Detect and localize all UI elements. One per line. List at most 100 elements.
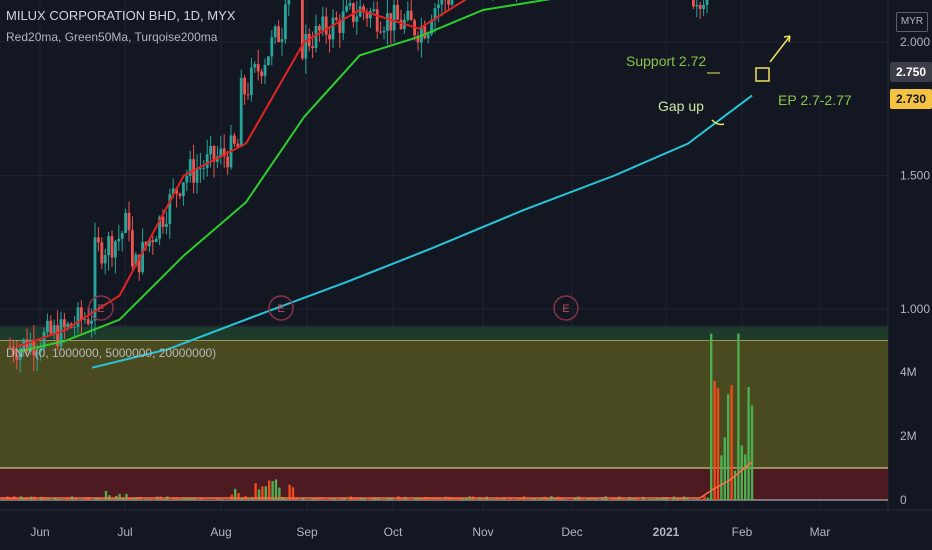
price-chart[interactable]: 1.0001.5002.0002.5003.000 0 2M 4M Jun Jul Au… bbox=[0, 0, 932, 550]
candle-body bbox=[355, 16, 359, 22]
volume-bar bbox=[363, 498, 366, 500]
candle-body bbox=[702, 4, 705, 9]
volume-bar bbox=[713, 380, 716, 500]
candle-body bbox=[243, 77, 246, 95]
candle-body bbox=[372, 9, 376, 12]
volume-bar bbox=[206, 499, 210, 500]
time-tick-label: Mar bbox=[810, 525, 831, 539]
candle-body bbox=[314, 25, 318, 49]
time-tick-label: Jun bbox=[30, 525, 49, 539]
candle-body bbox=[233, 135, 236, 144]
volume-tick-label: 0 bbox=[900, 493, 907, 507]
dnv-indicator-label[interactable]: DNV (0, 1000000, 5000000, 20000000) bbox=[6, 346, 216, 360]
volume-bar bbox=[706, 497, 709, 500]
candle-body bbox=[321, 16, 325, 31]
time-tick-label: 2021 bbox=[653, 525, 680, 539]
volume-tick-label: 2M bbox=[900, 429, 917, 443]
candle-body bbox=[226, 156, 229, 168]
last-price-badge: 2.750 bbox=[890, 62, 932, 82]
volume-bar bbox=[536, 499, 539, 500]
candle-body bbox=[114, 241, 117, 258]
ma-line-turqoise200ma bbox=[91, 94, 753, 369]
candle-body bbox=[406, 10, 410, 20]
volume-axis[interactable]: 0 2M 4M bbox=[900, 365, 917, 507]
volume-tick-label: 4M bbox=[900, 365, 917, 379]
volume-bar bbox=[720, 455, 723, 500]
volume-bar bbox=[567, 499, 570, 500]
candle-body bbox=[76, 307, 80, 327]
volume-bar bbox=[499, 499, 502, 500]
volume-bar bbox=[737, 333, 740, 500]
volume-bar bbox=[23, 498, 26, 500]
candle-body bbox=[124, 212, 127, 233]
time-tick-label: Oct bbox=[384, 525, 403, 539]
candle-body bbox=[117, 238, 121, 242]
indicator-legend[interactable]: Red20ma, Green50Ma, Turqoise200ma bbox=[6, 30, 217, 44]
volume-bar bbox=[125, 493, 128, 500]
candle-body bbox=[246, 94, 250, 96]
price-axis[interactable]: 1.0001.5002.0002.5003.000 bbox=[900, 0, 930, 316]
candle-body bbox=[260, 71, 263, 77]
volume-bar bbox=[57, 498, 60, 500]
candle-body bbox=[375, 9, 379, 32]
volume-bar bbox=[744, 454, 747, 500]
candle-body bbox=[311, 46, 314, 49]
volume-bar bbox=[271, 481, 274, 500]
ma-line-red20ma bbox=[17, 0, 467, 348]
volume-bar bbox=[693, 499, 696, 500]
volume-bar bbox=[512, 499, 516, 500]
time-tick-label: Jul bbox=[117, 525, 132, 539]
time-axis[interactable]: Jun Jul Aug Sep Oct Nov Dec 2021 Feb Mar bbox=[30, 525, 830, 539]
candle-body bbox=[63, 319, 66, 328]
candle-body bbox=[396, 4, 399, 20]
volume-bar bbox=[305, 499, 308, 500]
time-tick-label: Feb bbox=[732, 525, 753, 539]
candle-body bbox=[409, 10, 413, 21]
volume-bar bbox=[750, 405, 754, 500]
time-tick-label: Sep bbox=[296, 525, 318, 539]
candle-body bbox=[256, 64, 260, 72]
candle-body bbox=[141, 241, 144, 273]
time-tick-label: Aug bbox=[210, 525, 231, 539]
candle-body bbox=[185, 175, 189, 183]
candle-body bbox=[341, 11, 345, 33]
candle-body bbox=[348, 3, 352, 6]
candle-body bbox=[447, 0, 450, 5]
candle-body bbox=[379, 31, 382, 33]
candle-body bbox=[97, 237, 100, 243]
volume-bar bbox=[516, 498, 519, 500]
currency-tag[interactable]: MYR bbox=[896, 12, 928, 32]
volume-bar bbox=[492, 499, 495, 500]
volume-bar bbox=[455, 498, 458, 500]
price-tick-label: 2.000 bbox=[900, 35, 930, 49]
volume-bar bbox=[81, 499, 84, 500]
candle-body bbox=[52, 325, 56, 334]
volume-bar bbox=[336, 499, 339, 500]
entry-price-annotation: EP 2.7-2.77 bbox=[778, 92, 852, 108]
candle-body bbox=[253, 64, 257, 68]
candle-body bbox=[392, 4, 396, 31]
volume-bar bbox=[407, 499, 410, 500]
candle-body bbox=[328, 34, 331, 40]
candle-body bbox=[154, 238, 158, 243]
volume-bar bbox=[526, 499, 529, 500]
candle-body bbox=[440, 0, 444, 5]
volume-bar bbox=[716, 388, 720, 500]
candle-body bbox=[423, 26, 427, 39]
candle-body bbox=[195, 168, 199, 183]
volume-bar bbox=[669, 499, 672, 500]
candle-body bbox=[280, 39, 284, 43]
entry-box bbox=[755, 67, 770, 82]
volume-bar bbox=[730, 385, 733, 500]
volume-bar bbox=[584, 499, 587, 500]
volume-bar bbox=[710, 333, 713, 500]
symbol-title[interactable]: MILUX CORPORATION BHD, 1D, MYX bbox=[6, 8, 235, 23]
candle-body bbox=[202, 167, 206, 169]
volume-bar bbox=[723, 437, 726, 500]
candle-body bbox=[304, 33, 308, 59]
zone-top bbox=[0, 327, 888, 340]
candle-body bbox=[209, 146, 212, 155]
candle-body bbox=[131, 230, 134, 267]
volume-bar bbox=[322, 499, 325, 500]
volume-bar bbox=[580, 498, 584, 500]
